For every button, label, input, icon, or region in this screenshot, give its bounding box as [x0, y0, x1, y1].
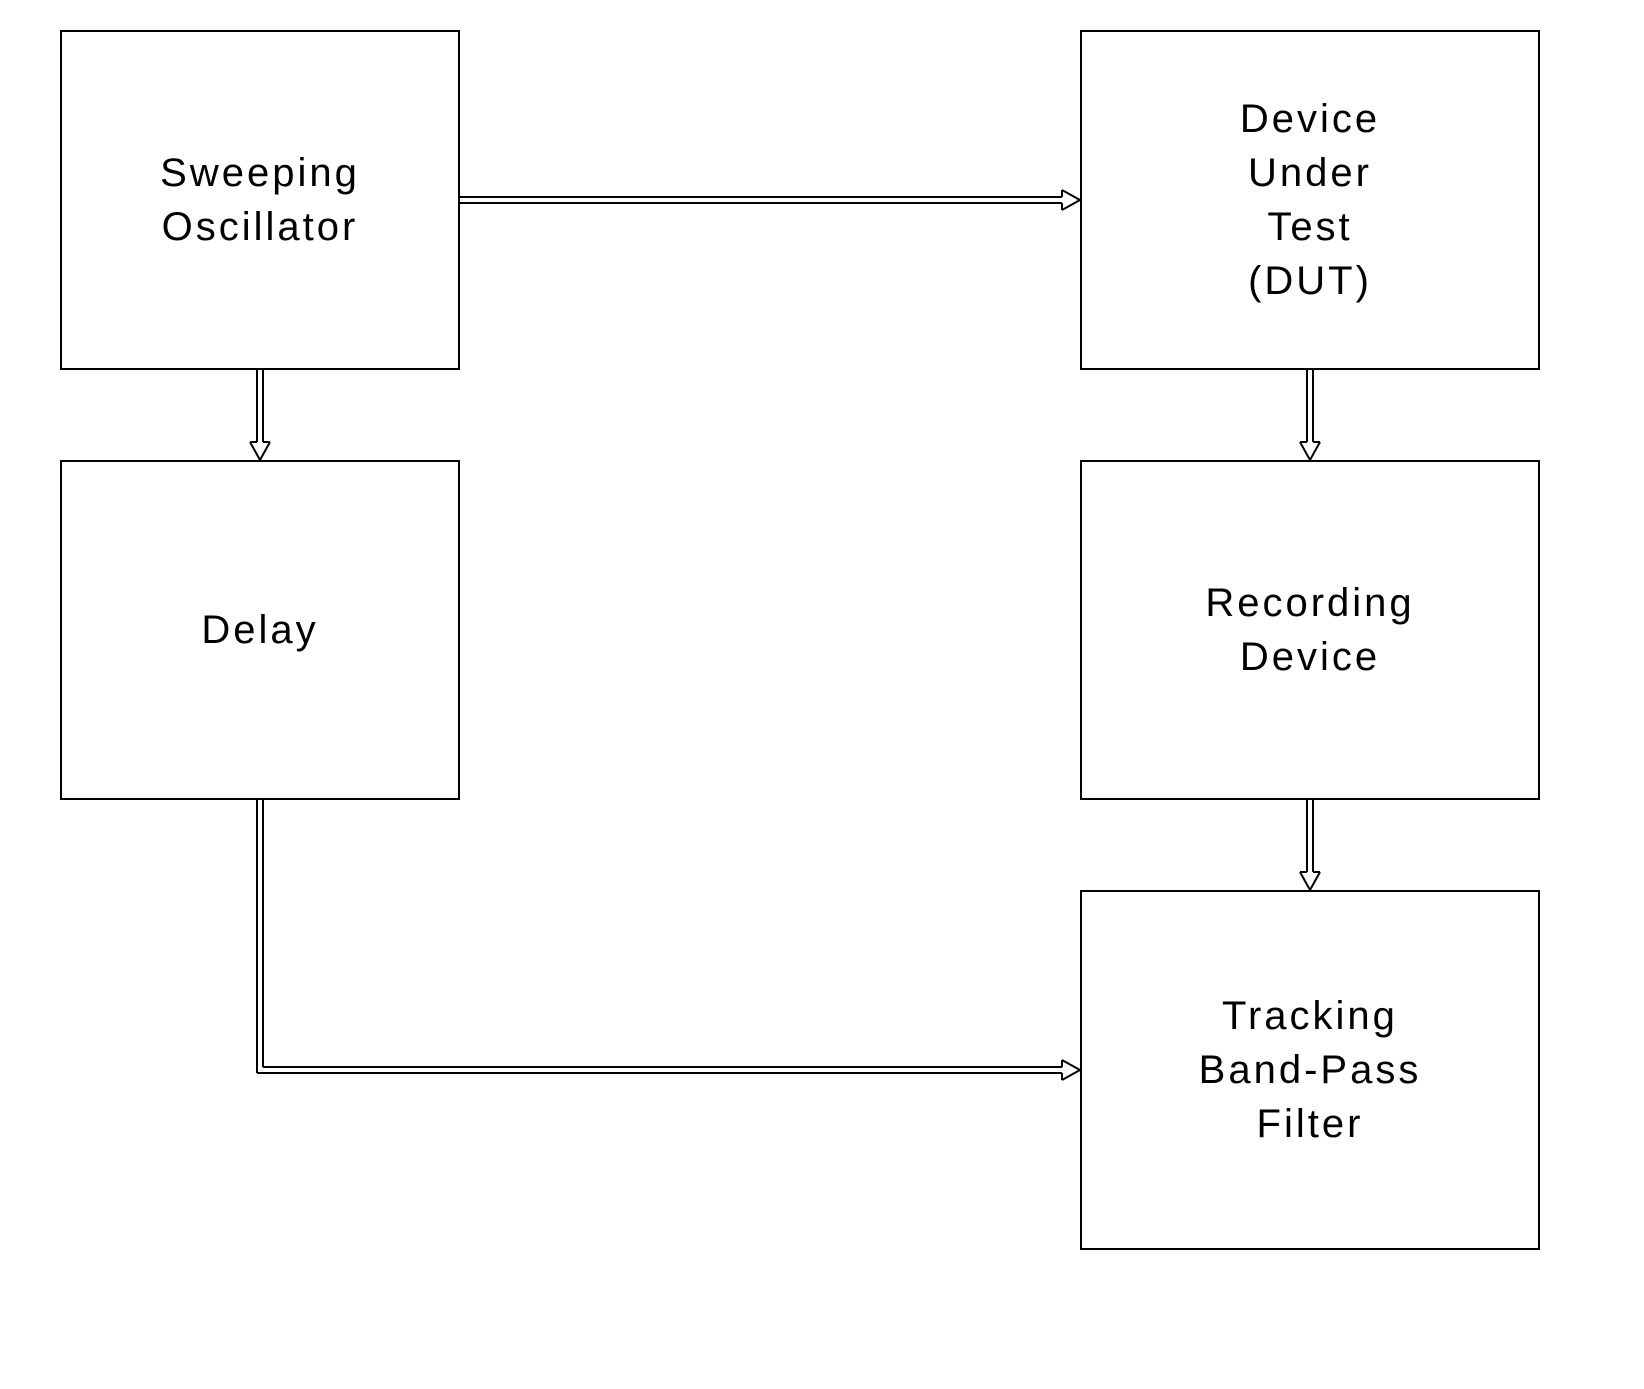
block-sweeping-oscillator: Sweeping Oscillator [60, 30, 460, 370]
arrowhead-icon [1062, 1060, 1080, 1080]
block-dut: Device Under Test (DUT) [1080, 30, 1540, 370]
arrowhead-icon [250, 442, 270, 460]
arrowhead-icon [1062, 190, 1080, 210]
block-recording-device: Recording Device [1080, 460, 1540, 800]
block-delay: Delay [60, 460, 460, 800]
block-label: Tracking Band-Pass Filter [1199, 989, 1422, 1151]
arrowhead-icon [1300, 442, 1320, 460]
block-label: Recording Device [1205, 576, 1414, 684]
block-label: Sweeping Oscillator [160, 146, 360, 254]
diagram-canvas: Sweeping Oscillator Device Under Test (D… [0, 0, 1644, 1389]
block-label: Device Under Test (DUT) [1240, 92, 1380, 308]
block-tracking-filter: Tracking Band-Pass Filter [1080, 890, 1540, 1250]
block-label: Delay [201, 603, 318, 657]
arrowhead-icon [1300, 872, 1320, 890]
